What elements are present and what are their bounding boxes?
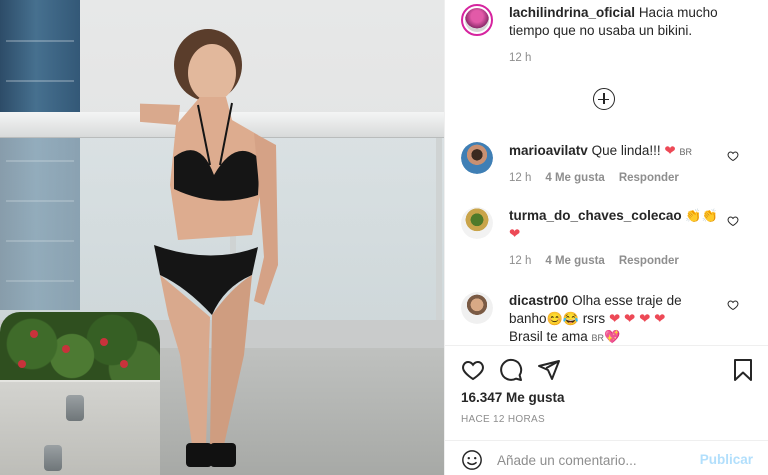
reply-button[interactable]: Responder [619,255,679,267]
comment-text: Brasil te ama [509,329,588,344]
emoji-icon[interactable] [461,449,483,471]
comment-username[interactable]: marioavilatv [509,143,588,158]
comment-time[interactable]: 12 h [509,172,531,184]
comments-scroll-area[interactable]: lachilindrina_oficial Hacia mucho tiempo… [445,0,768,345]
comment-2: turma_do_chaves_colecao 👏👏 ❤ [509,207,729,243]
share-icon[interactable] [537,358,561,382]
comment-2-meta: 12 h 4 Me gusta Responder [509,255,679,267]
author-avatar[interactable] [461,4,493,36]
bookmark-icon[interactable] [731,358,755,382]
comment-username[interactable]: turma_do_chaves_colecao [509,208,682,223]
comment-username[interactable]: dicastr00 [509,293,568,308]
post-actions: 16.347 Me gusta HACE 12 HORAS [445,345,768,435]
red-heart-emoji: ❤ [664,143,676,158]
caption-meta: 12 h [509,52,531,64]
country-flag: BR [591,333,605,343]
comment-3: dicastr00 Olha esse traje de banho😊😂 rsr… [509,292,729,345]
comment-text: Que linda!!! [591,143,661,158]
comment-icon[interactable] [499,358,523,382]
tap [66,395,84,421]
comment-1: marioavilatv Que linda!!! ❤ BR [509,142,729,161]
post-timestamp[interactable]: HACE 12 HORAS [461,414,545,425]
comment-like-icon[interactable] [727,150,739,162]
sparkling-heart-emoji: 💖 [604,329,621,344]
clapping-emoji: 👏👏 [685,208,718,223]
caption-username[interactable]: lachilindrina_oficial [509,5,635,20]
comments-panel: lachilindrina_oficial Hacia mucho tiempo… [444,0,768,475]
commenter-avatar[interactable] [461,207,493,239]
comment-like-icon[interactable] [727,299,739,311]
comment-like-icon[interactable] [727,215,739,227]
caption-time[interactable]: 12 h [509,52,531,64]
plus-circle-icon[interactable] [593,88,615,110]
comment-text: banho [509,311,547,326]
tap [44,445,62,471]
comment-likes[interactable]: 4 Me gusta [545,172,604,184]
post-photo[interactable] [0,0,444,475]
comment-text: rsrs [582,311,606,326]
comment-text: Olha esse traje de [572,293,682,308]
comment-input[interactable] [497,450,687,470]
likes-count[interactable]: 16.347 Me gusta [461,390,565,405]
smile-laugh-emoji: 😊😂 [546,311,579,326]
heart-icon[interactable] [461,358,485,382]
person-figure [140,29,278,467]
comment-time[interactable]: 12 h [509,255,531,267]
post-caption: lachilindrina_oficial Hacia mucho tiempo… [509,4,729,40]
commenter-avatar[interactable] [461,292,493,324]
rail-post [436,138,442,338]
comment-likes[interactable]: 4 Me gusta [545,255,604,267]
red-hearts-emoji: ❤ ❤ ❤ ❤ [608,311,666,326]
comment-1-meta: 12 h 4 Me gusta Responder [509,172,679,184]
country-flag: BR [679,147,692,157]
post-comment-button[interactable]: Publicar [700,452,753,467]
commenter-avatar[interactable] [461,142,493,174]
comment-composer: Publicar [445,440,768,475]
red-heart-emoji: ❤ [509,226,521,241]
reply-button[interactable]: Responder [619,172,679,184]
